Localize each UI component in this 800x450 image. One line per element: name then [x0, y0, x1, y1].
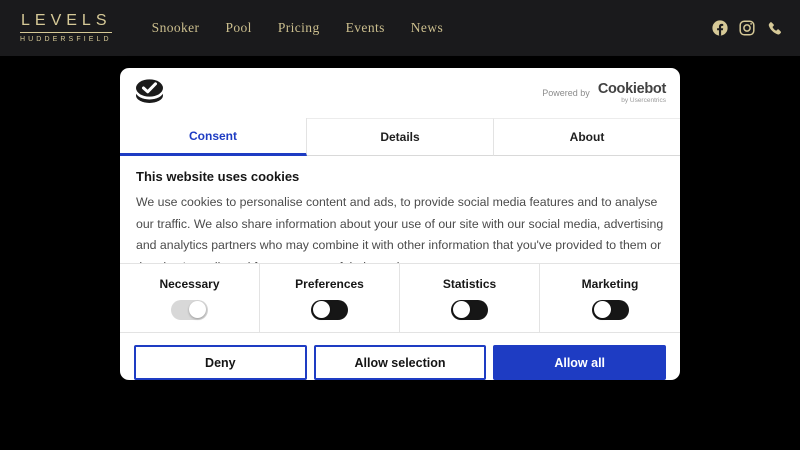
- cookiebot-check-icon: [134, 78, 165, 109]
- toggle-label-preferences: Preferences: [295, 277, 364, 291]
- instagram-icon[interactable]: [739, 20, 755, 36]
- toggle-knob: [594, 301, 611, 318]
- toggle-knob: [313, 301, 330, 318]
- nav-item-pricing[interactable]: Pricing: [278, 20, 320, 36]
- toggle-knob: [189, 301, 206, 318]
- nav-item-news[interactable]: News: [411, 20, 443, 36]
- cookie-dialog-header: Powered by Cookiebot by Usercentrics: [120, 68, 680, 118]
- toggle-cell-marketing: Marketing: [540, 264, 680, 332]
- toggle-cell-statistics: Statistics: [400, 264, 540, 332]
- tab-details[interactable]: Details: [307, 118, 493, 156]
- necessary-toggle: [171, 300, 208, 320]
- site-logo-subtitle: HUDDERSFIELD: [20, 36, 112, 43]
- cookie-dialog-title: This website uses cookies: [136, 169, 664, 184]
- tab-consent[interactable]: Consent: [120, 118, 307, 156]
- cookie-category-toggles: Necessary Preferences Statistics Marketi…: [120, 263, 680, 333]
- cookiebot-brand-name: Cookiebot: [598, 82, 666, 97]
- cookie-consent-dialog: Powered by Cookiebot by Usercentrics Con…: [120, 68, 680, 380]
- site-logo[interactable]: LEVELS HUDDERSFIELD: [20, 13, 112, 43]
- allow-all-button[interactable]: Allow all: [493, 345, 666, 380]
- facebook-icon[interactable]: [712, 20, 728, 36]
- deny-button[interactable]: Deny: [134, 345, 307, 380]
- marketing-toggle[interactable]: [592, 300, 629, 320]
- tab-about[interactable]: About: [493, 118, 680, 156]
- cookie-dialog-tabs: Consent Details About: [120, 118, 680, 156]
- allow-selection-button[interactable]: Allow selection: [314, 345, 487, 380]
- toggle-cell-necessary: Necessary: [120, 264, 260, 332]
- site-logo-title: LEVELS: [20, 13, 112, 33]
- preferences-toggle[interactable]: [311, 300, 348, 320]
- nav-item-snooker[interactable]: Snooker: [152, 20, 200, 36]
- nav-item-pool[interactable]: Pool: [225, 20, 251, 36]
- site-header: LEVELS HUDDERSFIELD Snooker Pool Pricing…: [0, 0, 800, 56]
- toggle-cell-preferences: Preferences: [260, 264, 400, 332]
- toggle-knob: [453, 301, 470, 318]
- cookiebot-brand-sub: by Usercentrics: [598, 98, 666, 105]
- toggle-label-statistics: Statistics: [443, 277, 496, 291]
- cookie-dialog-buttons: Deny Allow selection Allow all: [120, 333, 680, 380]
- cookie-dialog-description: We use cookies to personalise content an…: [136, 192, 664, 263]
- toggle-label-necessary: Necessary: [159, 277, 219, 291]
- powered-by: Powered by Cookiebot by Usercentrics: [542, 82, 666, 104]
- powered-by-label: Powered by: [542, 88, 590, 98]
- main-nav: Snooker Pool Pricing Events News: [152, 20, 443, 36]
- social-links: [712, 20, 782, 36]
- statistics-toggle[interactable]: [451, 300, 488, 320]
- toggle-label-marketing: Marketing: [582, 277, 639, 291]
- consent-tab-content: This website uses cookies We use cookies…: [120, 156, 680, 263]
- nav-item-events[interactable]: Events: [346, 20, 385, 36]
- cookiebot-logo[interactable]: Cookiebot by Usercentrics: [598, 82, 666, 104]
- phone-icon[interactable]: [766, 20, 782, 36]
